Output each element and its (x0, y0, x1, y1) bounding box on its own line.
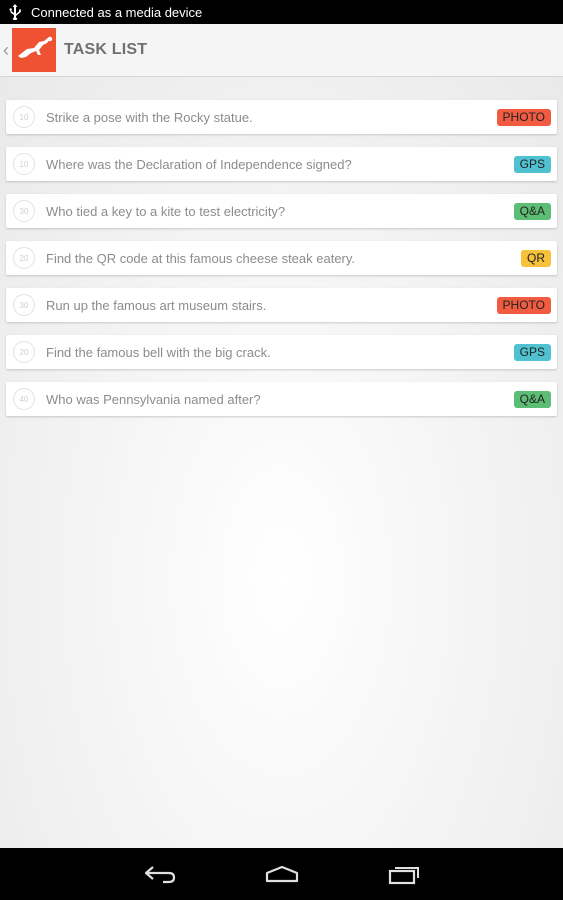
task-text: Strike a pose with the Rocky statue. (46, 109, 253, 125)
task-type-badge: PHOTO (496, 296, 551, 314)
task-type-badge: Q&A (513, 202, 551, 220)
task-row[interactable]: 10 Where was the Declaration of Independ… (6, 147, 557, 181)
task-points: 40 (13, 388, 35, 410)
task-row[interactable]: 10 Strike a pose with the Rocky statue. … (6, 100, 557, 134)
task-type-badge: GPS (513, 155, 551, 173)
task-points: 20 (13, 341, 35, 363)
task-points: 20 (13, 247, 35, 269)
task-list: 10 Strike a pose with the Rocky statue. … (0, 77, 563, 848)
usb-icon (9, 4, 21, 20)
action-bar: ‹ TASK LIST (0, 24, 563, 77)
task-text: Run up the famous art museum stairs. (46, 297, 267, 313)
task-type-badge: GPS (513, 343, 551, 361)
task-text: Who was Pennsylvania named after? (46, 391, 261, 407)
status-bar: Connected as a media device (0, 0, 563, 24)
task-type-badge: QR (521, 249, 551, 267)
task-points: 30 (13, 200, 35, 222)
task-points: 10 (13, 153, 35, 175)
runner-logo-icon[interactable] (12, 28, 56, 72)
back-caret-icon[interactable]: ‹ (3, 40, 11, 61)
task-type-badge: Q&A (513, 390, 551, 408)
nav-home-icon[interactable] (252, 857, 312, 891)
task-row[interactable]: 20 Find the famous bell with the big cra… (6, 335, 557, 369)
page-title: TASK LIST (64, 41, 148, 58)
nav-back-icon[interactable] (130, 857, 190, 891)
task-text: Where was the Declaration of Independenc… (46, 156, 352, 172)
navigation-bar (0, 848, 563, 900)
task-row[interactable]: 30 Run up the famous art museum stairs. … (6, 288, 557, 322)
task-points: 30 (13, 294, 35, 316)
task-type-badge: PHOTO (496, 108, 551, 126)
task-row[interactable]: 40 Who was Pennsylvania named after? Q&A (6, 382, 557, 416)
task-text: Who tied a key to a kite to test electri… (46, 203, 286, 219)
task-row[interactable]: 30 Who tied a key to a kite to test elec… (6, 194, 557, 228)
task-row[interactable]: 20 Find the QR code at this famous chees… (6, 241, 557, 275)
nav-recents-icon[interactable] (374, 857, 434, 891)
task-points: 10 (13, 106, 35, 128)
task-text: Find the famous bell with the big crack. (46, 344, 271, 360)
status-text: Connected as a media device (31, 4, 203, 20)
task-text: Find the QR code at this famous cheese s… (46, 250, 356, 266)
